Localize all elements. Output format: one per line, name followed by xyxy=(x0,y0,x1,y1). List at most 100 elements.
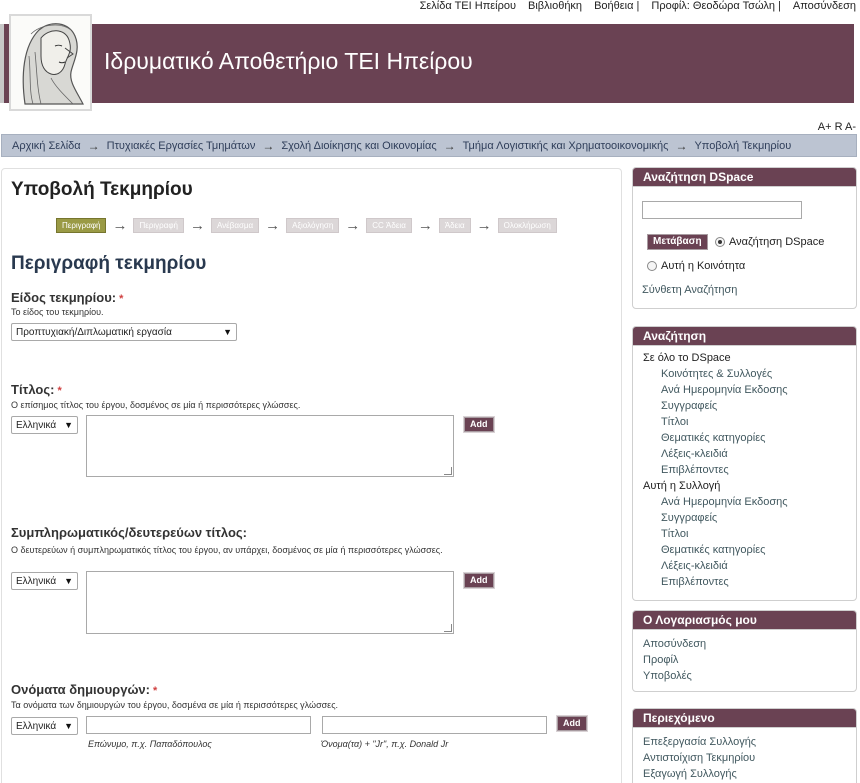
chevron-down-icon: ▼ xyxy=(64,420,73,430)
creator-lastname-input[interactable] xyxy=(86,716,311,734)
browse-collection-authors[interactable]: Συγγραφείς xyxy=(643,510,846,526)
browse-all-by-date[interactable]: Ανά Ημερομηνία Εκδοσης xyxy=(643,382,846,398)
browse-all-communities[interactable]: Κοινότητες & Συλλογές xyxy=(643,366,846,382)
scope-all-radio[interactable] xyxy=(715,237,725,247)
breadcrumb-item-department[interactable]: Τμήμα Λογιστικής και Χρηματοοικονομικής xyxy=(463,140,669,152)
account-logout-link[interactable]: Αποσύνδεση xyxy=(643,636,846,652)
top-link-library[interactable]: Βιβλιοθήκη xyxy=(528,0,582,14)
scope-all-label: Αναζήτηση DSpace xyxy=(729,236,825,248)
progress-step-complete[interactable]: Ολοκλήρωση xyxy=(497,218,557,233)
sidebar-search-input[interactable] xyxy=(642,201,802,219)
top-link-profile[interactable]: Προφίλ: Θεοδώρα Τσώλη | xyxy=(651,0,780,14)
breadcrumb-item-current: Υποβολή Τεκμηρίου xyxy=(694,139,792,152)
scope-community-radio-row[interactable]: Αυτή η Κοινότητα xyxy=(647,260,745,272)
sidebar-account-box: Ο Λογαριασμός μου Αποσύνδεση Προφίλ Υποβ… xyxy=(632,610,857,692)
creators-field-help: Τα ονόματα των δημιουργών του έργου, δοσ… xyxy=(11,700,339,710)
title-field-help: Ο επίσημος τίτλος του έργου, δοσμένος σε… xyxy=(11,400,301,410)
site-header: Ιδρυματικό Αποθετήριο ΤΕΙ Ηπείρου xyxy=(0,14,860,111)
title-field-label: Τίτλος: * xyxy=(11,382,62,397)
breadcrumb-item-theses[interactable]: Πτυχιακές Εργασίες Τμημάτων xyxy=(107,140,256,152)
creator-firstname-input[interactable] xyxy=(322,716,547,734)
progress-step-upload[interactable]: Ανέβασμα xyxy=(210,218,260,233)
step-arrow-icon: → xyxy=(112,217,128,234)
sidebar-account-title: Ο Λογαριασμός μου xyxy=(633,611,856,630)
step-arrow-icon: → xyxy=(476,217,492,234)
chevron-down-icon: ▼ xyxy=(223,327,232,337)
context-item-mapper-link[interactable]: Αντιστοίχιση Τεκμηρίου xyxy=(643,750,846,766)
context-export-collection-link[interactable]: Εξαγωγή Συλλογής xyxy=(643,766,846,782)
breadcrumb-arrow-icon: → xyxy=(262,138,275,153)
browse-all-titles[interactable]: Τίτλοι xyxy=(643,414,846,430)
progress-step-describe-2[interactable]: Περιγραφή xyxy=(133,218,184,233)
title-textarea[interactable] xyxy=(86,415,454,477)
subtitle-textarea[interactable] xyxy=(86,571,454,634)
sidebar-search-title: Αναζήτηση DSpace xyxy=(633,168,856,187)
type-label-text: Είδος τεκμηρίου: xyxy=(11,290,117,305)
greek-statue-logo-icon[interactable] xyxy=(9,14,92,111)
type-field-help: Το είδος του τεκμηρίου. xyxy=(11,307,104,317)
creators-label-text: Ονόματα δημιουργών: xyxy=(11,682,150,697)
search-go-button[interactable]: Μετάβαση xyxy=(647,234,708,250)
resize-grip-icon[interactable] xyxy=(444,624,452,632)
progress-step-review[interactable]: Αξιολόγηση xyxy=(286,218,340,233)
top-link-logout[interactable]: Αποσύνδεση xyxy=(793,0,856,14)
top-link-help[interactable]: Βοήθεια | xyxy=(594,0,639,14)
sidebar-browse-title: Αναζήτηση xyxy=(633,327,856,346)
required-mark: * xyxy=(57,385,62,397)
title-add-button[interactable]: Add xyxy=(464,417,494,432)
breadcrumb-item-school[interactable]: Σχολή Διοίκησης και Οικονομίας xyxy=(281,140,436,152)
resize-grip-icon[interactable] xyxy=(444,467,452,475)
scope-all-radio-row[interactable]: Αναζήτηση DSpace xyxy=(715,236,824,248)
creator-firstname-hint: Όνομα(τα) + "Jr", π.χ. Donald Jr xyxy=(321,739,449,749)
progress-step-describe-1[interactable]: Περιγραφή xyxy=(56,218,107,233)
advanced-search-link[interactable]: Σύνθετη Αναζήτηση xyxy=(642,284,737,296)
title-language-select[interactable]: Ελληνικά ▼ xyxy=(11,416,78,434)
browse-collection-by-date[interactable]: Ανά Ημερομηνία Εκδοσης xyxy=(643,494,846,510)
progress-step-cc-license[interactable]: CC Άδεια xyxy=(366,218,412,233)
sidebar-browse-box: Αναζήτηση Σε όλο το DSpace Κοινότητες & … xyxy=(632,326,857,601)
progress-step-license[interactable]: Άδεια xyxy=(438,218,471,233)
breadcrumb-item-home[interactable]: Αρχική Σελίδα xyxy=(12,140,81,152)
context-edit-collection-link[interactable]: Επεξεργασία Συλλογής xyxy=(643,734,846,750)
font-size-controls[interactable]: A+ R A- xyxy=(818,121,856,133)
breadcrumb-arrow-icon: → xyxy=(87,138,100,153)
required-mark: * xyxy=(119,293,124,305)
sidebar-search-box: Αναζήτηση DSpace Μετάβαση Αναζήτηση DSpa… xyxy=(632,167,857,309)
page-title: Υποβολή Τεκμηρίου xyxy=(11,179,193,200)
browse-all-subjects[interactable]: Θεματικές κατηγορίες xyxy=(643,430,846,446)
browse-all-advisors[interactable]: Επιβλέποντες xyxy=(643,462,846,478)
step-arrow-icon: → xyxy=(189,217,205,234)
creators-language-select[interactable]: Ελληνικά ▼ xyxy=(11,717,78,735)
sidebar-context-box: Περιεχόμενο Επεξεργασία Συλλογής Αντιστο… xyxy=(632,708,857,783)
browse-collection-advisors[interactable]: Επιβλέποντες xyxy=(643,574,846,590)
account-submissions-link[interactable]: Υποβολές xyxy=(643,668,846,684)
subtitle-field-help: Ο δευτερεύων ή συμπληρωματικός τίτλος το… xyxy=(11,545,443,555)
breadcrumb-arrow-icon: → xyxy=(675,138,688,153)
browse-collection-subjects[interactable]: Θεματικές κατηγορίες xyxy=(643,542,846,558)
subtitle-field-label: Συμπληρωματικός/δευτερεύων τίτλος: xyxy=(11,525,247,540)
submission-progress: Περιγραφή → Περιγραφή → Ανέβασμα → Αξιολ… xyxy=(56,217,557,234)
account-profile-link[interactable]: Προφίλ xyxy=(643,652,846,668)
browse-collection-heading: Αυτή η Συλλογή xyxy=(643,480,721,492)
browse-all-keywords[interactable]: Λέξεις-κλειδιά xyxy=(643,446,846,462)
subtitle-language-select[interactable]: Ελληνικά ▼ xyxy=(11,572,78,590)
step-arrow-icon: → xyxy=(345,217,361,234)
title-language-value: Ελληνικά xyxy=(16,419,57,431)
creators-add-button[interactable]: Add xyxy=(557,716,587,731)
sidebar-context-title: Περιεχόμενο xyxy=(633,709,856,728)
browse-collection-keywords[interactable]: Λέξεις-κλειδιά xyxy=(643,558,846,574)
chevron-down-icon: ▼ xyxy=(64,576,73,586)
scope-community-radio[interactable] xyxy=(647,261,657,271)
breadcrumb-arrow-icon: → xyxy=(443,138,456,153)
subtitle-add-button[interactable]: Add xyxy=(464,573,494,588)
top-link-home[interactable]: Σελίδα ΤΕΙ Ηπείρου xyxy=(420,0,516,14)
type-select-value: Προπτυχιακή/Διπλωματική εργασία xyxy=(16,326,172,338)
submission-panel: Υποβολή Τεκμηρίου Περιγραφή → Περιγραφή … xyxy=(1,168,622,783)
title-label-text: Τίτλος: xyxy=(11,382,55,397)
step-arrow-icon: → xyxy=(417,217,433,234)
site-title[interactable]: Ιδρυματικό Αποθετήριο ΤΕΙ Ηπείρου xyxy=(104,48,473,75)
type-select[interactable]: Προπτυχιακή/Διπλωματική εργασία ▼ xyxy=(11,323,237,341)
step-arrow-icon: → xyxy=(265,217,281,234)
browse-all-authors[interactable]: Συγγραφείς xyxy=(643,398,846,414)
browse-collection-titles[interactable]: Τίτλοι xyxy=(643,526,846,542)
